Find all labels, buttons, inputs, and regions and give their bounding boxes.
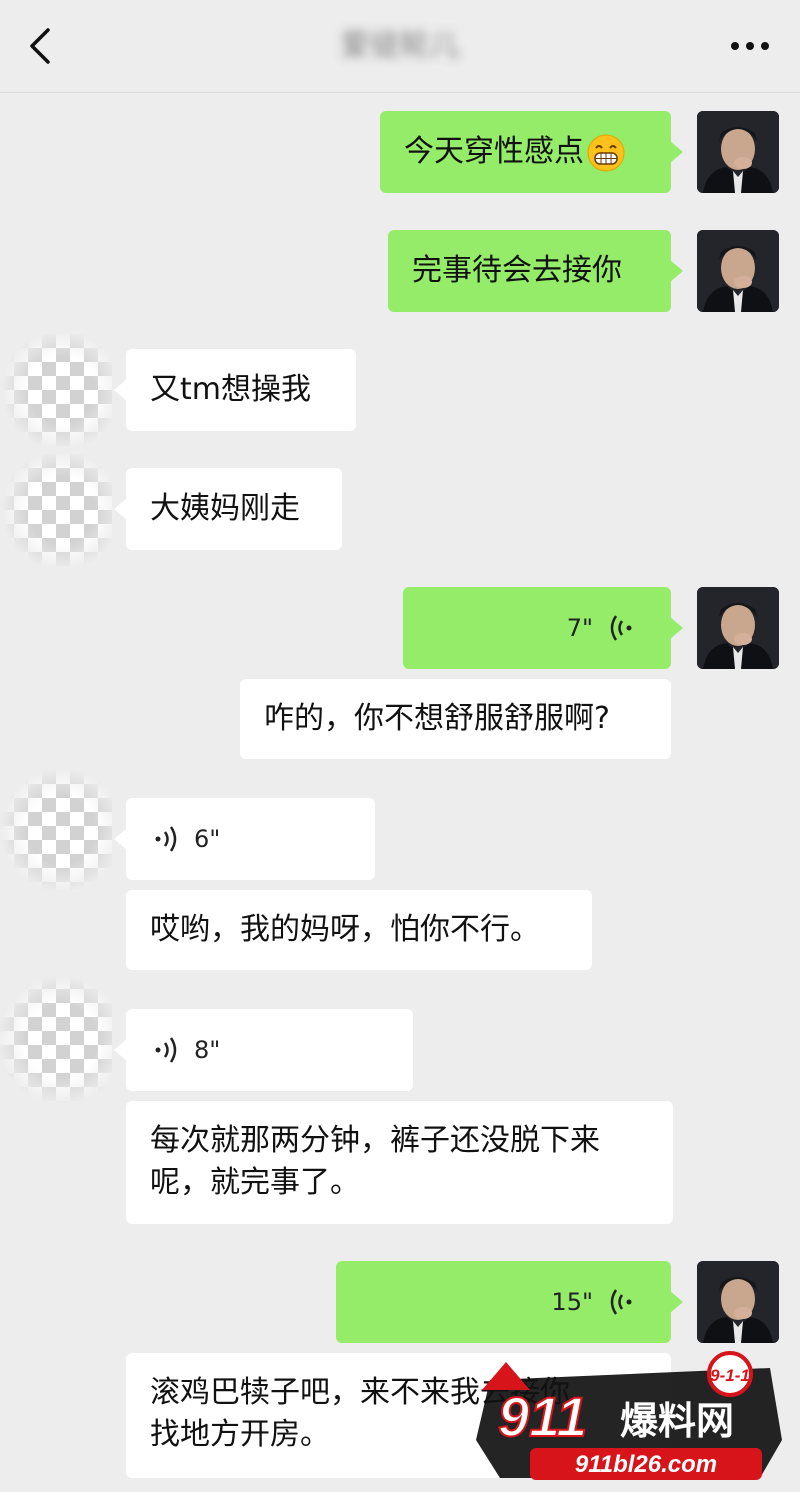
message-bubble-sent[interactable]: 完事待会去接你 bbox=[388, 230, 683, 312]
voice-wave-icon bbox=[610, 615, 632, 641]
person-photo-icon bbox=[697, 111, 779, 193]
contact-avatar-blurred[interactable] bbox=[0, 454, 112, 566]
chevron-left-icon[interactable] bbox=[22, 26, 62, 66]
contact-avatar-blurred[interactable] bbox=[0, 770, 112, 890]
voice-message-received[interactable]: 8" bbox=[114, 1009, 413, 1091]
voice-wave-icon bbox=[155, 826, 177, 852]
watermark-brand-text: 爆料网 bbox=[620, 1399, 734, 1443]
voice-wave-icon bbox=[610, 1289, 632, 1315]
message-bubble-sent[interactable]: 今天穿性感点 bbox=[380, 111, 683, 193]
voice-transcript: 每次就那两分钟，裤子还没脱下来 呢，就完事了。 bbox=[126, 1101, 673, 1224]
voice-duration: 15" bbox=[551, 1288, 593, 1316]
message-text: 大姨妈刚走 bbox=[150, 491, 300, 526]
watermark-url: 911bl26.com bbox=[575, 1451, 717, 1478]
message-bubble-received[interactable]: 又tm想操我 bbox=[114, 349, 356, 431]
site-watermark-logo: 9-1-1 911 爆料网 911bl26.com bbox=[476, 1351, 782, 1480]
contact-avatar-blurred[interactable] bbox=[0, 975, 112, 1105]
voice-duration: 7" bbox=[566, 614, 593, 642]
message-text: 又tm想操我 bbox=[150, 372, 311, 407]
message-text: 今天穿性感点 bbox=[404, 134, 584, 169]
my-avatar[interactable] bbox=[697, 230, 779, 312]
message-text: 完事待会去接你 bbox=[412, 253, 622, 288]
voice-transcript: 哎哟，我的妈呀，怕你不行。 bbox=[126, 890, 592, 970]
contact-avatar-blurred[interactable] bbox=[0, 334, 112, 446]
person-photo-icon bbox=[697, 230, 779, 312]
watermark-badge: 9-1-1 bbox=[710, 1366, 750, 1385]
person-photo-icon bbox=[697, 1261, 779, 1343]
voice-message-received[interactable]: 6" bbox=[114, 798, 375, 880]
chat-title: 爱徒轮儿 bbox=[340, 28, 460, 63]
voice-duration: 8" bbox=[194, 1036, 221, 1064]
transcript-line: 每次就那两分钟，裤子还没脱下来 bbox=[150, 1123, 600, 1158]
voice-message-sent[interactable]: 15" bbox=[336, 1261, 683, 1343]
more-dots-icon[interactable] bbox=[730, 38, 770, 54]
grinning-face-emoji bbox=[587, 134, 625, 171]
chat-header: 爱徒轮儿 bbox=[0, 0, 800, 93]
my-avatar[interactable] bbox=[697, 111, 779, 193]
my-avatar[interactable] bbox=[697, 587, 779, 669]
watermark-number: 911 bbox=[498, 1385, 587, 1448]
message-bubble-received[interactable]: 大姨妈刚走 bbox=[114, 468, 342, 550]
voice-wave-icon bbox=[155, 1037, 177, 1063]
voice-transcript: 咋的，你不想舒服舒服啊? bbox=[240, 679, 671, 759]
my-avatar[interactable] bbox=[697, 1261, 779, 1343]
person-photo-icon bbox=[697, 587, 779, 669]
transcript-text: 咋的，你不想舒服舒服啊? bbox=[264, 701, 610, 736]
transcript-line: 呢，就完事了。 bbox=[150, 1165, 360, 1200]
transcript-text: 哎哟，我的妈呀，怕你不行。 bbox=[150, 912, 540, 947]
voice-message-sent[interactable]: 7" bbox=[403, 587, 683, 669]
voice-duration: 6" bbox=[194, 825, 221, 853]
